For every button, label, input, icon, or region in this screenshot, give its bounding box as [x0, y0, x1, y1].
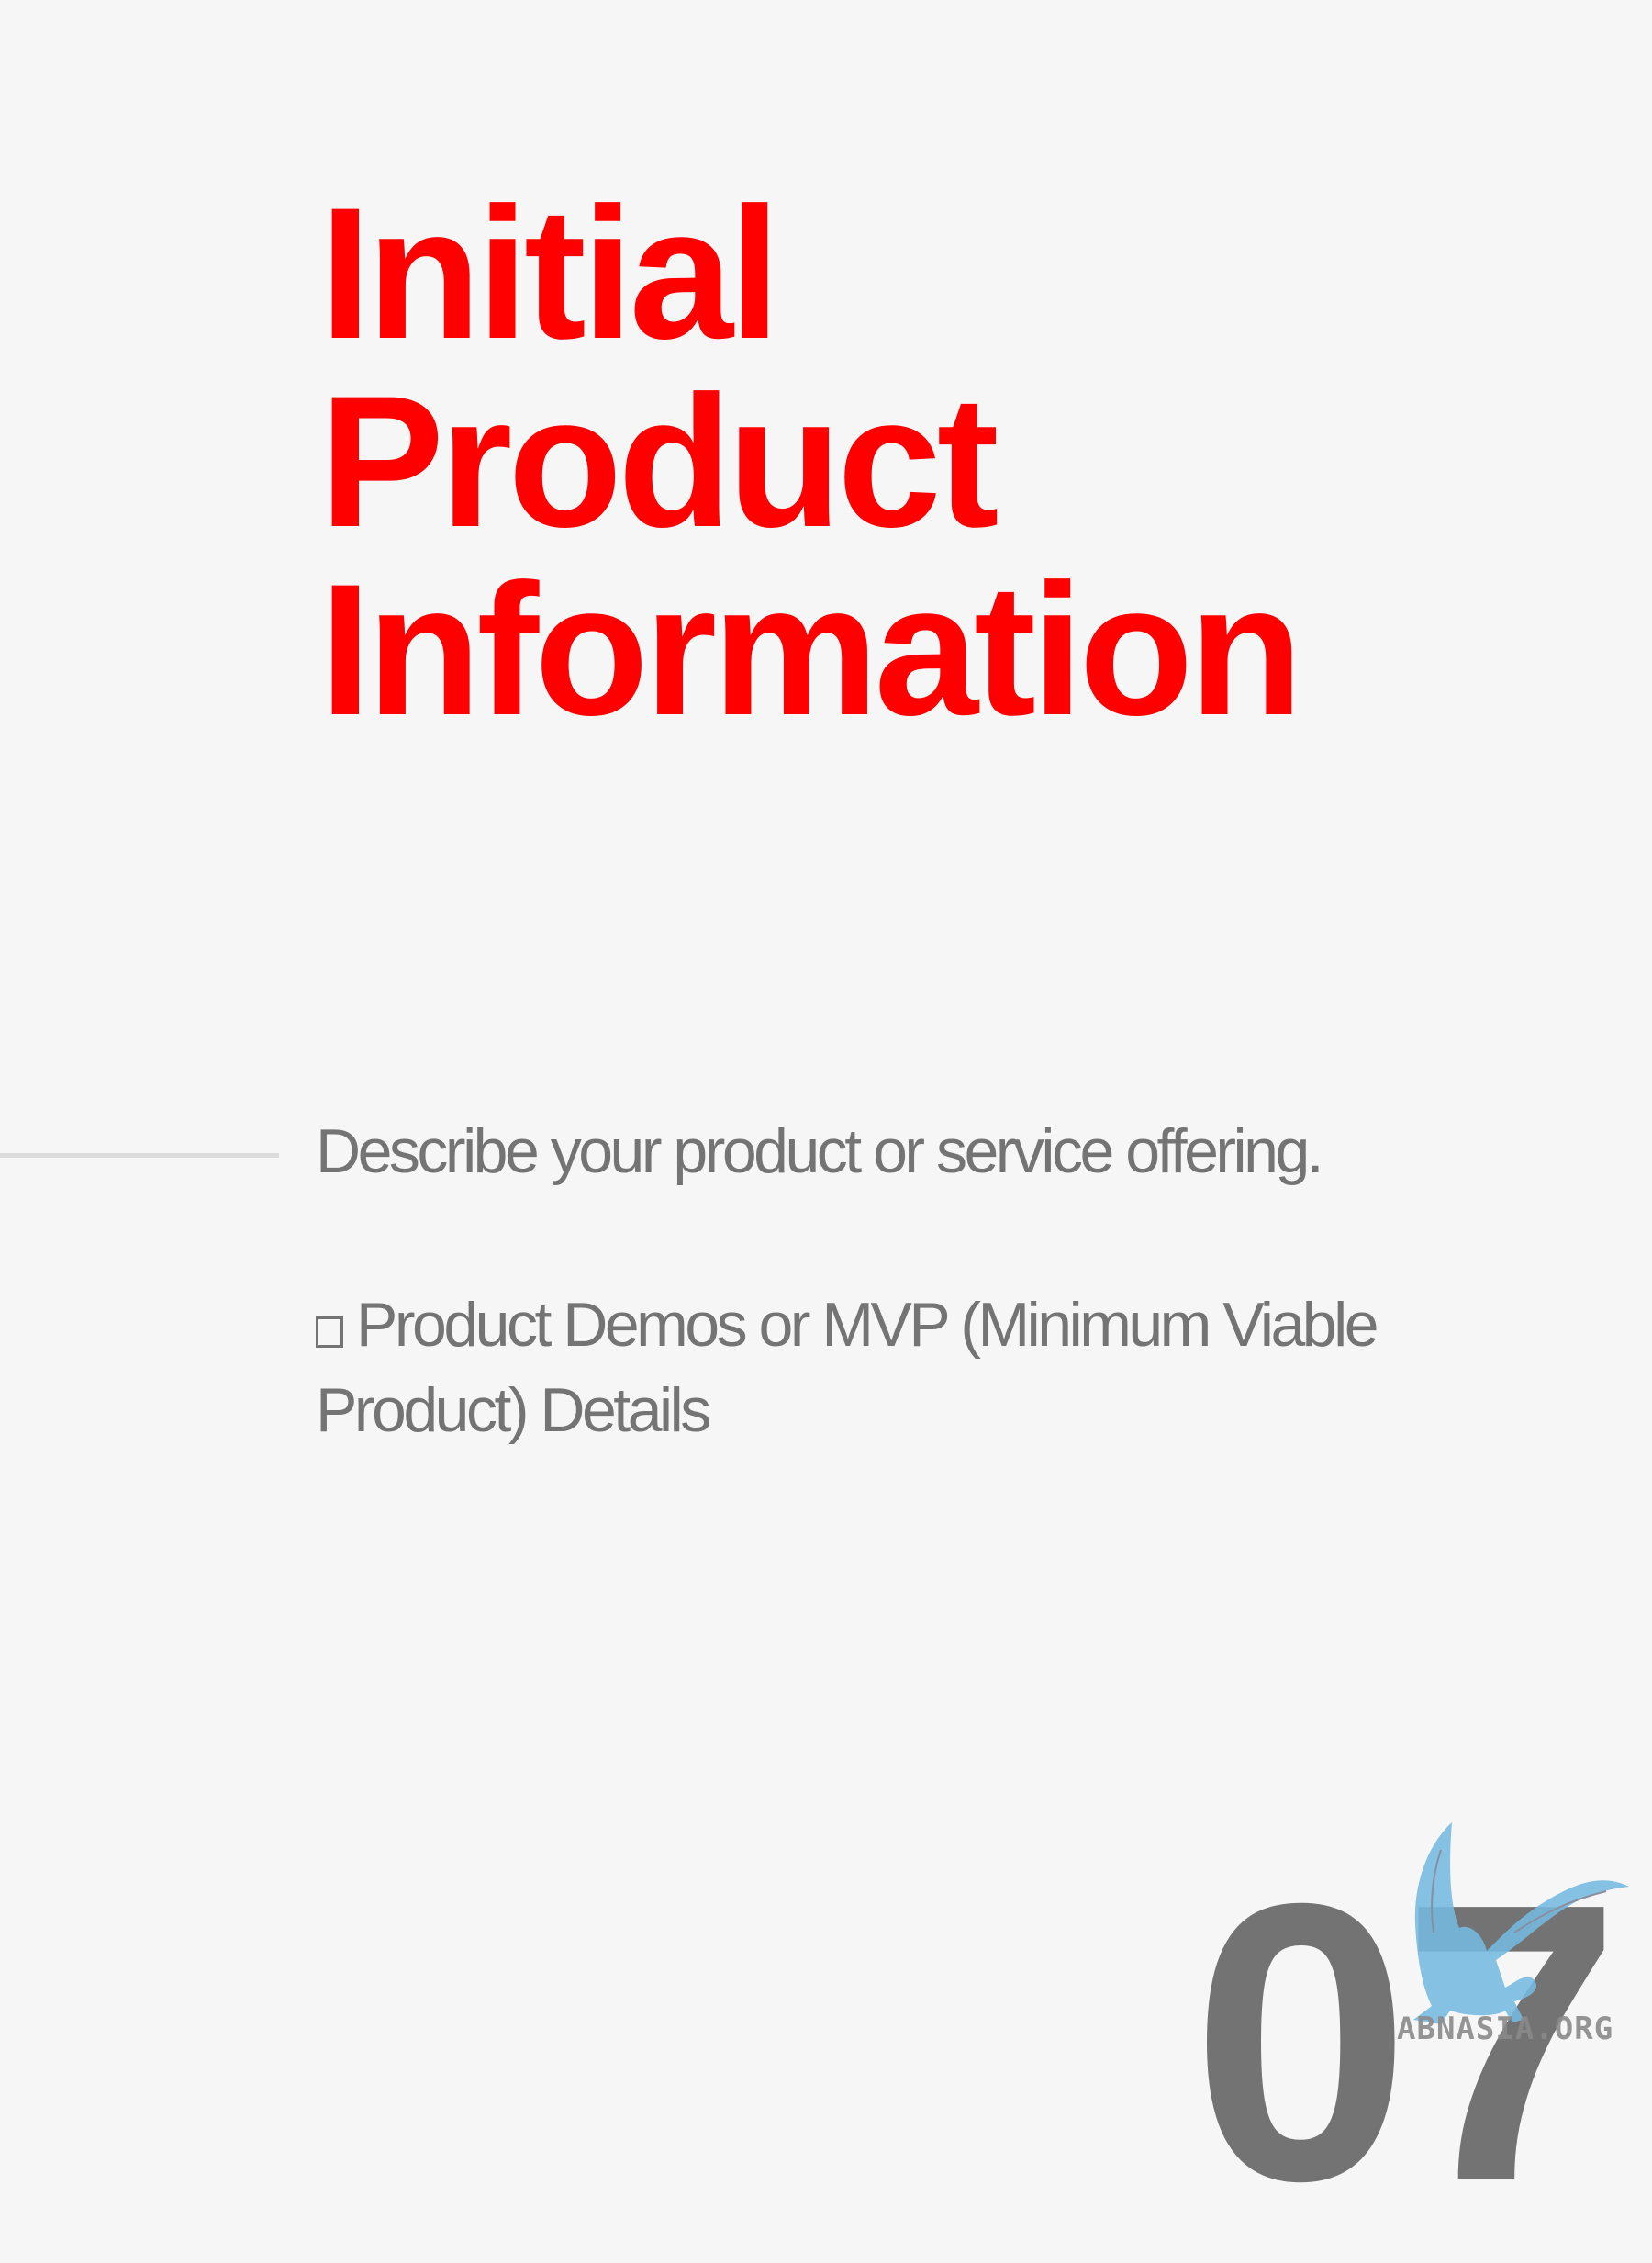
divider-line [0, 1153, 279, 1158]
watermark-text: ABNASIA.ORG [1397, 2011, 1614, 2047]
description-text: Describe your product or service offerin… [316, 1116, 1324, 1186]
title-line: Information [319, 545, 1303, 755]
content-body: Describe your product or service offerin… [316, 1109, 1472, 1453]
title-line: Initial [319, 169, 781, 378]
page-title: Initial Product Information [319, 169, 1303, 755]
checklist-item-label: Product Demos or MVP (Minimum Viable Pro… [316, 1290, 1379, 1445]
checklist-item: Product Demos or MVP (Minimum Viable Pro… [316, 1283, 1472, 1453]
checkbox-icon[interactable] [316, 1316, 343, 1348]
title-line: Product [319, 357, 999, 566]
